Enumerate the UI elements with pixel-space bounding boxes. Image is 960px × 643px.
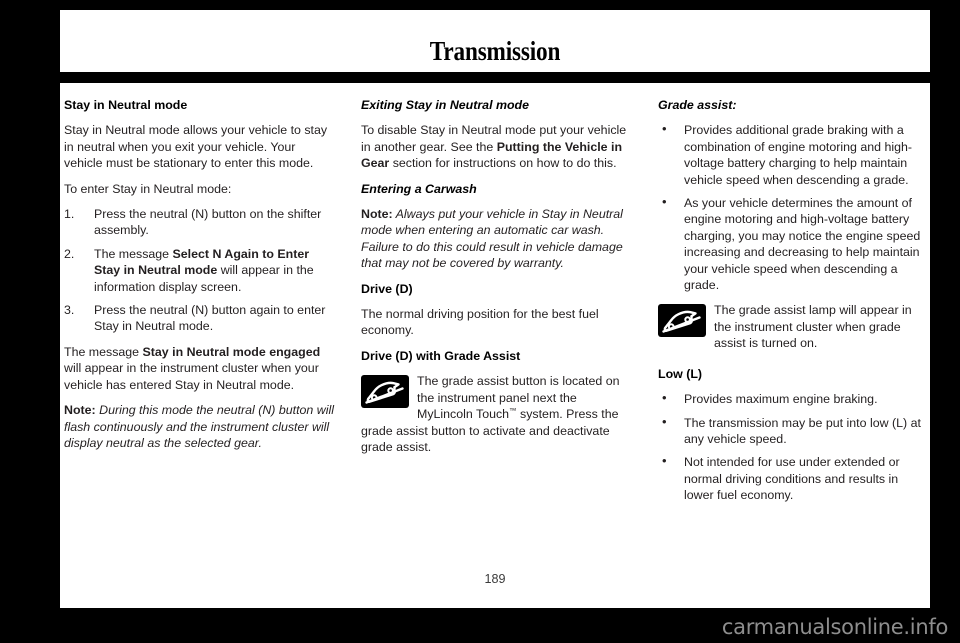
list-item-text: Press the neutral (N) button on the shif… <box>94 207 322 238</box>
bullet-icon: • <box>662 413 667 429</box>
list-item-text: The transmission may be put into low (L)… <box>684 415 921 446</box>
paragraph-grade-assist-lamp: The grade assist lamp will appear in the… <box>658 302 928 351</box>
heading-low-l: Low (L) <box>658 366 703 381</box>
list-low-features: • Provides maximum engine braking. • The t… <box>658 390 928 503</box>
list-item: • Provides maximum engine braking. <box>658 390 928 407</box>
heading-exiting-stay-in-neutral-mode: Exiting Stay in Neutral mode <box>361 98 529 112</box>
icon-paragraph-text: The grade assist lamp will appear in the… <box>714 303 912 351</box>
paragraph-post: section for instructions on how to do th… <box>389 156 617 171</box>
three-column-layout: Stay in Neutral mode Stay in Neutral mod… <box>60 83 930 553</box>
paragraph-post: will appear in the instrument cluster wh… <box>64 361 319 392</box>
list-item-text: As your vehicle determines the amount of… <box>684 196 921 293</box>
paragraph-drive-d-description: The normal driving position for the best… <box>361 307 599 338</box>
list-item-text: Press the neutral (N) button again to en… <box>94 303 326 334</box>
heading-entering-a-carwash: Entering a Carwash <box>361 181 477 196</box>
bullet-icon: • <box>662 390 667 406</box>
list-item-text: Provides additional grade braking with a… <box>684 123 912 187</box>
note-label: Note: <box>361 207 393 222</box>
trademark-symbol: ™ <box>509 405 517 415</box>
list-item: 1. Press the neutral (N) button on the sh… <box>64 206 334 239</box>
column-two: Exiting Stay in Neutral mode To disable … <box>361 97 631 464</box>
paragraph-engaged-message: The message Stay in Neutral mode engaged… <box>64 344 334 393</box>
list-item-text-pre: The message <box>94 246 173 261</box>
list-item-number: 2. <box>64 246 75 261</box>
list-item-number: 3. <box>64 303 75 318</box>
bullet-icon: • <box>662 194 667 210</box>
watermark: carmanualsonline.info <box>721 615 948 639</box>
list-item-number: 1. <box>64 207 75 222</box>
heading-drive-d: Drive (D) <box>361 281 413 296</box>
paragraph-grade-assist-button: The grade assist button is located on th… <box>361 373 631 455</box>
paragraph-to-enter-intro: To enter Stay in Neutral mode: <box>64 181 232 196</box>
note-text: During this mode the neutral (N) button … <box>64 403 334 450</box>
bullet-icon: • <box>662 453 667 469</box>
list-item: • The transmission may be put into low (L… <box>658 413 928 448</box>
column-one: Stay in Neutral mode Stay in Neutral mod… <box>64 97 334 460</box>
paragraph-stay-in-neutral-description: Stay in Neutral mode allows your vehicle… <box>64 123 328 171</box>
page-title: Transmission <box>429 36 561 66</box>
bullet-icon: • <box>662 121 667 137</box>
list-item: • Provides additional grade braking with … <box>658 121 928 188</box>
list-item: • As your vehicle determines the amount o… <box>658 194 928 293</box>
heading-stay-in-neutral-mode: Stay in Neutral mode <box>64 98 188 112</box>
list-item: 2. The message Select N Again to Enter St… <box>64 246 334 295</box>
page-body-sheet: Stay in Neutral mode Stay in Neutral mod… <box>60 83 930 608</box>
heading-grade-assist: Grade assist: <box>658 98 737 112</box>
paragraph-bold: Stay in Neutral mode engaged <box>142 344 321 359</box>
paragraph-pre: The message <box>64 344 143 359</box>
page-header-band: Transmission <box>60 10 930 72</box>
grade-assist-icon <box>658 304 706 338</box>
manual-page: Transmission Stay in Neutral mode Stay i… <box>0 0 960 643</box>
paragraph-disable-stay-in-neutral: To disable Stay in Neutral mode put your… <box>361 122 631 171</box>
note-carwash: Note: Always put your vehicle in Stay in… <box>361 206 631 272</box>
note-label: Note: <box>64 403 96 418</box>
heading-drive-d-with-grade-assist: Drive (D) with Grade Assist <box>361 348 521 363</box>
grade-assist-icon <box>361 375 409 409</box>
column-three: Grade assist: • Provides additional grade… <box>658 97 928 513</box>
note-neutral-flash: Note: During this mode the neutral (N) b… <box>64 402 334 451</box>
note-text: Always put your vehicle in Stay in Neutr… <box>361 207 623 271</box>
list-item: 3. Press the neutral (N) button again to … <box>64 302 334 335</box>
list-item-text: Provides maximum engine braking. <box>684 392 878 407</box>
list-enter-stay-in-neutral-steps: 1. Press the neutral (N) button on the sh… <box>64 206 334 335</box>
page-number: 189 <box>484 572 506 586</box>
list-item-text: Not intended for use under extended or n… <box>684 455 900 503</box>
list-grade-assist-features: • Provides additional grade braking with … <box>658 121 928 293</box>
list-item: • Not intended for use under extended or … <box>658 453 928 503</box>
